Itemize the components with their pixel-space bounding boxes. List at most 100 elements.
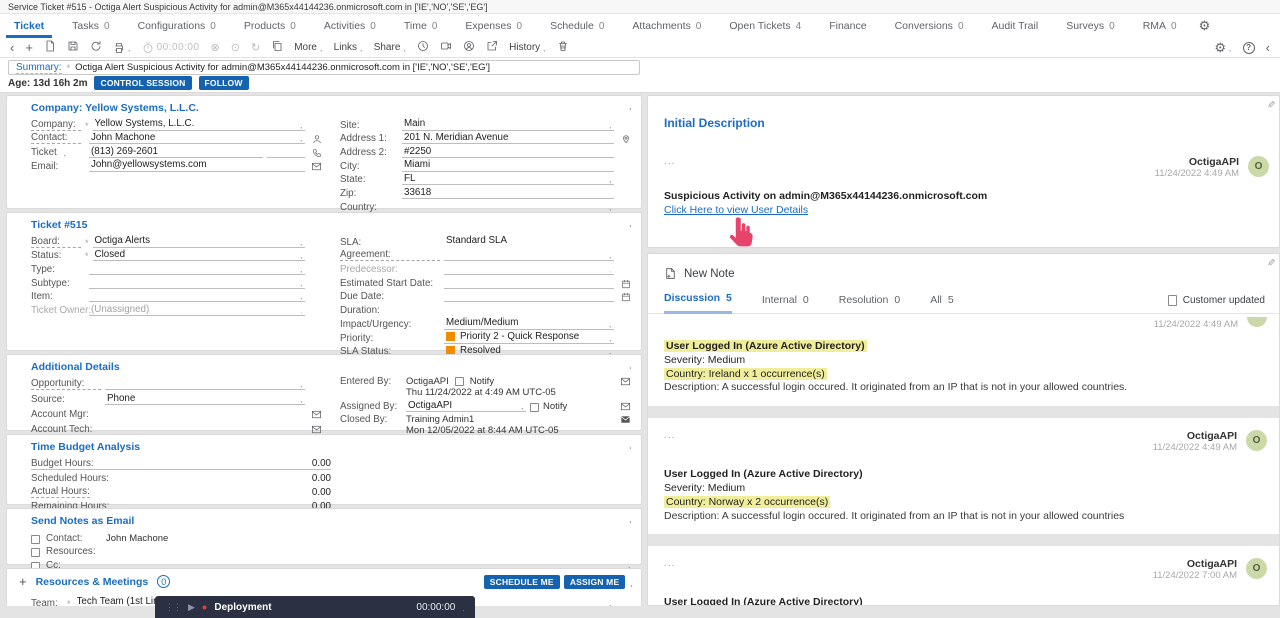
envelope-filled-icon[interactable] (618, 414, 633, 436)
tab-internal[interactable]: Internal0 (762, 294, 809, 313)
collapse-section-icon[interactable]: ˌ (629, 576, 633, 588)
source-input[interactable]: Phoneˎ (105, 393, 305, 405)
new-note-button[interactable]: New Note (648, 254, 1279, 280)
city-input[interactable]: Miami (402, 160, 614, 172)
edit-pencil-icon[interactable]: ✎ (1264, 258, 1275, 266)
share-menu[interactable]: Shareˎ (374, 42, 406, 53)
envelope-icon[interactable] (618, 401, 633, 412)
summary-label[interactable]: Summary: (16, 62, 62, 74)
stop-timer-icon[interactable]: ⊗ (211, 41, 220, 54)
agreement-input[interactable]: ˎ (444, 249, 614, 261)
expand-note-ellipsis[interactable]: ... (664, 558, 675, 569)
contact-input[interactable]: John Machoneˎ (89, 132, 305, 144)
customer-updated-checkbox[interactable] (1168, 295, 1177, 306)
notes-contact-checkbox[interactable] (31, 535, 40, 544)
tab-finance[interactable]: Finance (815, 14, 880, 38)
collapse-section-icon[interactable]: ˌ (628, 217, 632, 228)
help-icon[interactable]: ? (1243, 42, 1255, 54)
delete-icon[interactable] (557, 40, 569, 55)
tab-attachments[interactable]: Attachments0 (618, 14, 715, 38)
tab-activities[interactable]: Activities0 (310, 14, 390, 38)
opportunity-label[interactable]: Opportunity: (31, 378, 101, 390)
site-input[interactable]: Mainˎ (402, 119, 614, 131)
predecessor-input[interactable]: ˎ (444, 263, 614, 275)
estimated-start-input[interactable] (444, 277, 614, 289)
collapse-section-icon[interactable]: ˌ (628, 359, 632, 370)
summary-field[interactable]: Summary: * Octiga Alert Suspicious Activ… (8, 60, 640, 75)
opportunity-input[interactable]: ˎ (105, 378, 305, 390)
clock-icon[interactable] (417, 40, 429, 55)
tab-tasks[interactable]: Tasks0 (58, 14, 123, 38)
company-header-link[interactable]: Company: Yellow Systems, L.L.C. (7, 96, 641, 117)
expand-note-ellipsis[interactable]: ... (664, 430, 675, 441)
item-input[interactable]: ˎ (89, 290, 305, 302)
more-menu[interactable]: Moreˎ (294, 42, 322, 53)
tab-discussion[interactable]: Discussion5 (664, 292, 732, 314)
assigned-by-input[interactable]: OctigaAPIˎ (406, 400, 526, 412)
control-session-button[interactable]: CONTROL SESSION (94, 76, 191, 90)
tab-time[interactable]: Time0 (390, 14, 452, 38)
edit-pencil-icon[interactable]: ✎ (1264, 100, 1275, 108)
company-label[interactable]: Company: (31, 119, 81, 131)
record-timer-icon[interactable]: ⊙ (231, 41, 240, 54)
collapse-section-icon[interactable]: ˌ (628, 100, 632, 111)
reset-timer-icon[interactable]: ↻ (251, 41, 260, 54)
actual-hours-label[interactable]: Actual Hours: (31, 486, 90, 498)
deployment-timer-widget[interactable]: ⋮⋮ ▶ ● Deployment 00:00:00 ˎ (155, 596, 475, 618)
settings-gear-menu[interactable]: ⚙ˎ (1214, 41, 1231, 54)
envelope-icon[interactable] (309, 409, 324, 420)
collapse-section-icon[interactable]: ˌ (628, 439, 632, 450)
tab-open-tickets[interactable]: Open Tickets4 (715, 14, 815, 38)
status-input[interactable]: Closedˎ (93, 249, 305, 261)
back-icon[interactable]: ‹ (10, 41, 14, 54)
phone-type-dropdown[interactable]: Ticket ˎ (31, 147, 81, 158)
tab-products[interactable]: Products0 (230, 14, 310, 38)
tab-surveys[interactable]: Surveys0 (1052, 14, 1129, 38)
video-camera-icon[interactable] (440, 40, 452, 55)
address2-input[interactable]: #2250 (402, 146, 614, 158)
view-user-details-link[interactable]: Click Here to view User Details (664, 204, 808, 216)
collapse-panel-icon[interactable]: ‹ (1266, 41, 1270, 54)
address1-input[interactable]: 201 N. Meridian Avenue (402, 132, 614, 144)
notes-resources-checkbox[interactable] (31, 548, 40, 557)
calendar-icon[interactable] (618, 292, 633, 302)
company-input[interactable]: Yellow Systems, L.L.C.ˎ (93, 119, 305, 131)
country-input[interactable]: ˎ (402, 201, 614, 213)
impact-input[interactable]: Medium/Mediumˎ (444, 318, 614, 330)
resources-meetings-header[interactable]: Resources & Meetings (36, 576, 149, 588)
assign-me-button[interactable]: ASSIGN ME (564, 575, 626, 589)
tab-expenses[interactable]: Expenses0 (451, 14, 536, 38)
assigned-notify-checkbox[interactable] (530, 403, 539, 412)
refresh-icon[interactable] (90, 40, 102, 55)
type-input[interactable]: ˎ (89, 263, 305, 275)
budget-hours-value[interactable]: 0.00 (271, 458, 331, 469)
save-icon[interactable] (67, 40, 79, 55)
phone-ext-input[interactable] (267, 146, 305, 158)
tab-configurations[interactable]: Configurations0 (124, 14, 230, 38)
drag-handle-icon[interactable]: ⋮⋮ (165, 602, 181, 613)
contact-label[interactable]: Contact: (31, 132, 81, 144)
board-label[interactable]: Board: (31, 236, 81, 248)
email-input[interactable]: John@yellowsystems.com (89, 160, 305, 172)
agreement-label[interactable]: Agreement: (340, 249, 440, 261)
history-menu[interactable]: Historyˎ (509, 42, 546, 53)
follow-button[interactable]: FOLLOW (199, 76, 249, 90)
tab-schedule[interactable]: Schedule0 (536, 14, 618, 38)
pop-out-icon[interactable] (486, 40, 498, 55)
tab-ticket[interactable]: Ticket (0, 14, 58, 38)
new-plus-icon[interactable]: + (25, 41, 33, 54)
chevron-down-icon[interactable]: ˎ (462, 603, 465, 612)
map-pin-icon[interactable] (618, 134, 633, 144)
links-menu[interactable]: Linksˎ (334, 42, 363, 53)
new-document-icon[interactable] (44, 40, 56, 55)
subtype-input[interactable]: ˎ (89, 277, 305, 289)
time-entry-timer[interactable]: 00:00:00 (142, 42, 200, 54)
board-input[interactable]: Octiga Alertsˎ (93, 236, 305, 248)
priority-input[interactable]: Priority 2 - Quick Responseˎ (444, 332, 614, 344)
expand-note-ellipsis[interactable]: ... (664, 156, 675, 167)
tab-rma[interactable]: RMA0 (1129, 14, 1191, 38)
tab-all[interactable]: All5 (930, 294, 954, 313)
tab-audit-trail[interactable]: Audit Trail (978, 14, 1053, 38)
person-circle-icon[interactable] (463, 40, 475, 55)
ticket-owner-input[interactable]: (Unassigned)ˎ (89, 304, 305, 316)
